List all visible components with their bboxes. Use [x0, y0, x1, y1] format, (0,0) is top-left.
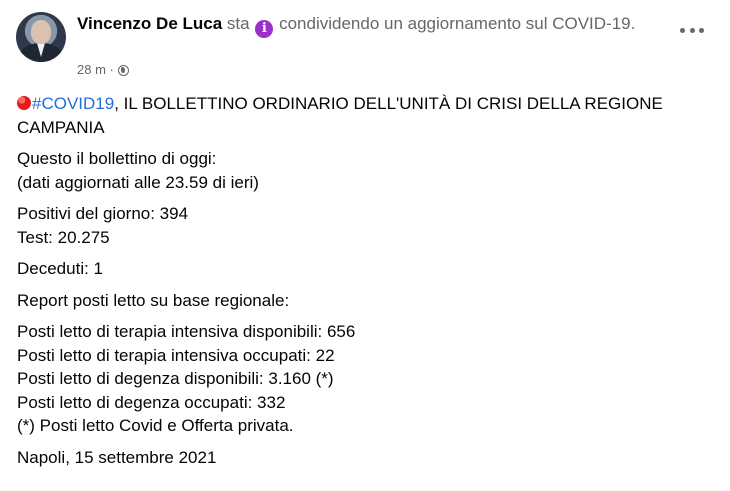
intro-paragraph: Questo il bollettino di oggi: (dati aggio… [17, 147, 717, 194]
red-circle-icon [17, 96, 31, 110]
beds-paragraph: Posti letto di terapia intensiva disponi… [17, 320, 717, 438]
report-paragraph: Report posti letto su base regionale: [17, 289, 717, 313]
activity-text: condividendo un aggiornamento sul COVID-… [279, 14, 636, 33]
test-line: Test: 20.275 [17, 227, 110, 247]
beds-line: Posti letto di terapia intensiva disponi… [17, 322, 356, 341]
post-time[interactable]: 28 m [77, 62, 106, 77]
facebook-post: Vincenzo De Luca sta i condividendo un a… [0, 0, 730, 491]
author-name[interactable]: Vincenzo De Luca [77, 14, 222, 33]
intro-line-2: (dati aggiornati alle 23.59 di ieri) [17, 172, 259, 192]
beds-line: Posti letto di degenza disponibili: 3.16… [17, 369, 334, 388]
beds-line: Posti letto di degenza occupati: 332 [17, 392, 286, 412]
cases-paragraph: Positivi del giorno: 394 Test: 20.275 [17, 202, 717, 249]
deaths-paragraph: Deceduti: 1 [17, 257, 717, 281]
hashtag-link[interactable]: #COVID19 [32, 94, 114, 113]
more-options-icon[interactable] [680, 20, 704, 40]
beds-note: (*) Posti letto Covid e Offerta privata. [17, 416, 294, 435]
beds-line: Posti letto di terapia intensiva occupat… [17, 345, 335, 365]
post-meta: 28 m · [77, 61, 129, 79]
more-dot [680, 27, 685, 33]
avatar-face [31, 20, 51, 44]
positivi-line: Positivi del giorno: 394 [17, 204, 189, 223]
info-icon: i [255, 20, 274, 38]
meta-separator: · [109, 62, 114, 77]
more-dot [699, 27, 704, 33]
activity-prefix: sta [226, 14, 250, 33]
deceduti-line: Deceduti: 1 [17, 259, 103, 278]
post-body: #COVID19, IL BOLLETTINO ORDINARIO DELL'U… [17, 92, 717, 477]
intro-line-1: Questo il bollettino di oggi: [17, 149, 217, 168]
title-text: , IL BOLLETTINO ORDINARIO DELL'UNITÀ DI … [17, 94, 663, 137]
more-dot [689, 27, 695, 33]
signature-paragraph: Napoli, 15 settembre 2021 [17, 446, 717, 470]
signature-line: Napoli, 15 settembre 2021 [17, 447, 217, 467]
avatar[interactable] [16, 12, 66, 62]
post-title: #COVID19, IL BOLLETTINO ORDINARIO DELL'U… [17, 92, 717, 139]
post-header: Vincenzo De Luca sta i condividendo un a… [77, 11, 667, 38]
globe-icon[interactable] [117, 65, 129, 76]
report-line: Report posti letto su base regionale: [17, 290, 290, 310]
